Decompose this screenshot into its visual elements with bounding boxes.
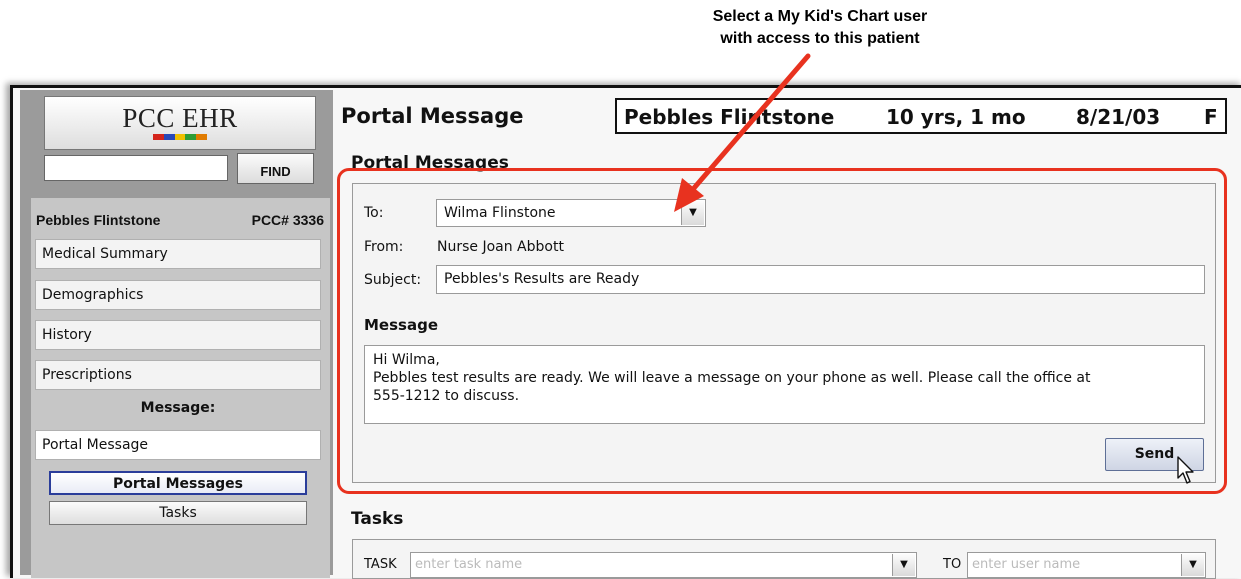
patient-age: 10 yrs, 1 mo xyxy=(886,105,1026,129)
sidebar-pcc-number: PCC# 3336 xyxy=(251,212,324,228)
subnav-portal-messages[interactable]: Portal Messages xyxy=(49,471,307,495)
find-button[interactable]: FIND xyxy=(237,153,314,184)
chevron-down-icon[interactable]: ▼ xyxy=(1181,554,1204,576)
annotation-line-2: with access to this patient xyxy=(720,30,920,47)
nav-item-medical-summary[interactable]: Medical Summary xyxy=(35,239,321,269)
task-user-placeholder: enter user name xyxy=(972,557,1081,572)
nav-item-demographics[interactable]: Demographics xyxy=(35,280,321,310)
tasks-heading: Tasks xyxy=(351,509,404,529)
nav-item-prescriptions[interactable]: Prescriptions xyxy=(35,360,321,390)
find-input[interactable] xyxy=(44,155,228,181)
annotation-line-1: Select a My Kid's Chart user xyxy=(712,8,928,25)
task-placeholder: enter task name xyxy=(415,557,523,572)
task-label: TASK xyxy=(364,557,397,572)
page-title: Portal Message xyxy=(341,104,524,128)
task-name-input[interactable]: enter task name ▼ xyxy=(410,552,917,578)
nav-message-header: Message: xyxy=(140,400,216,416)
patient-sex: F xyxy=(1204,105,1218,129)
logo-color-bar xyxy=(153,134,207,140)
task-to-label: TO xyxy=(943,557,962,572)
sidebar-patient-name: Pebbles Flintstone xyxy=(36,212,161,228)
sidebar-patient-row: Pebbles Flintstone PCC# 3336 xyxy=(36,212,324,228)
subnav-tasks[interactable]: Tasks xyxy=(49,501,307,525)
nav-item-portal-message[interactable]: Portal Message xyxy=(35,430,321,460)
annotation-arrow-icon xyxy=(674,53,811,212)
patient-dob: 8/21/03 xyxy=(1076,105,1161,129)
annotation-callout: Select a My Kid's Chart user with access… xyxy=(620,6,1020,50)
logo-text: PCC EHR xyxy=(122,103,238,133)
pcc-ehr-logo: PCC EHR xyxy=(44,96,316,150)
chevron-down-icon[interactable]: ▼ xyxy=(892,554,915,576)
task-user-input[interactable]: enter user name ▼ xyxy=(967,552,1206,578)
nav-item-history[interactable]: History xyxy=(35,320,321,350)
